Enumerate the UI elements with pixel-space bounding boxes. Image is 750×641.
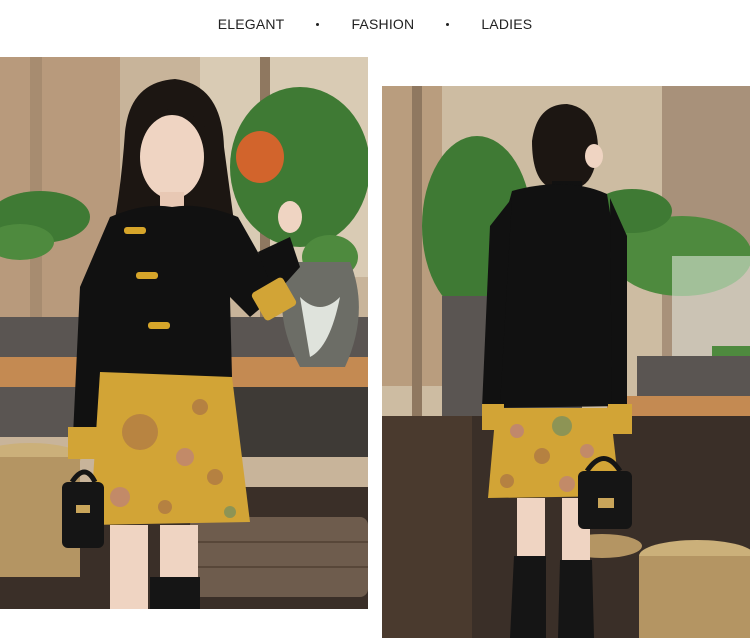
tagline-word-ladies: LADIES bbox=[481, 16, 533, 32]
back-view-illustration bbox=[382, 86, 750, 638]
product-page: ELEGANT FASHION LADIES bbox=[0, 0, 750, 641]
back-view-photo bbox=[382, 86, 750, 638]
front-view-illustration bbox=[0, 57, 368, 609]
tagline-separator-dot bbox=[316, 22, 320, 26]
tagline: ELEGANT FASHION LADIES bbox=[0, 14, 750, 34]
tagline-separator-dot bbox=[446, 22, 450, 26]
tagline-word-elegant: ELEGANT bbox=[217, 16, 285, 32]
front-view-photo bbox=[0, 57, 368, 609]
tagline-word-fashion: FASHION bbox=[351, 16, 415, 32]
